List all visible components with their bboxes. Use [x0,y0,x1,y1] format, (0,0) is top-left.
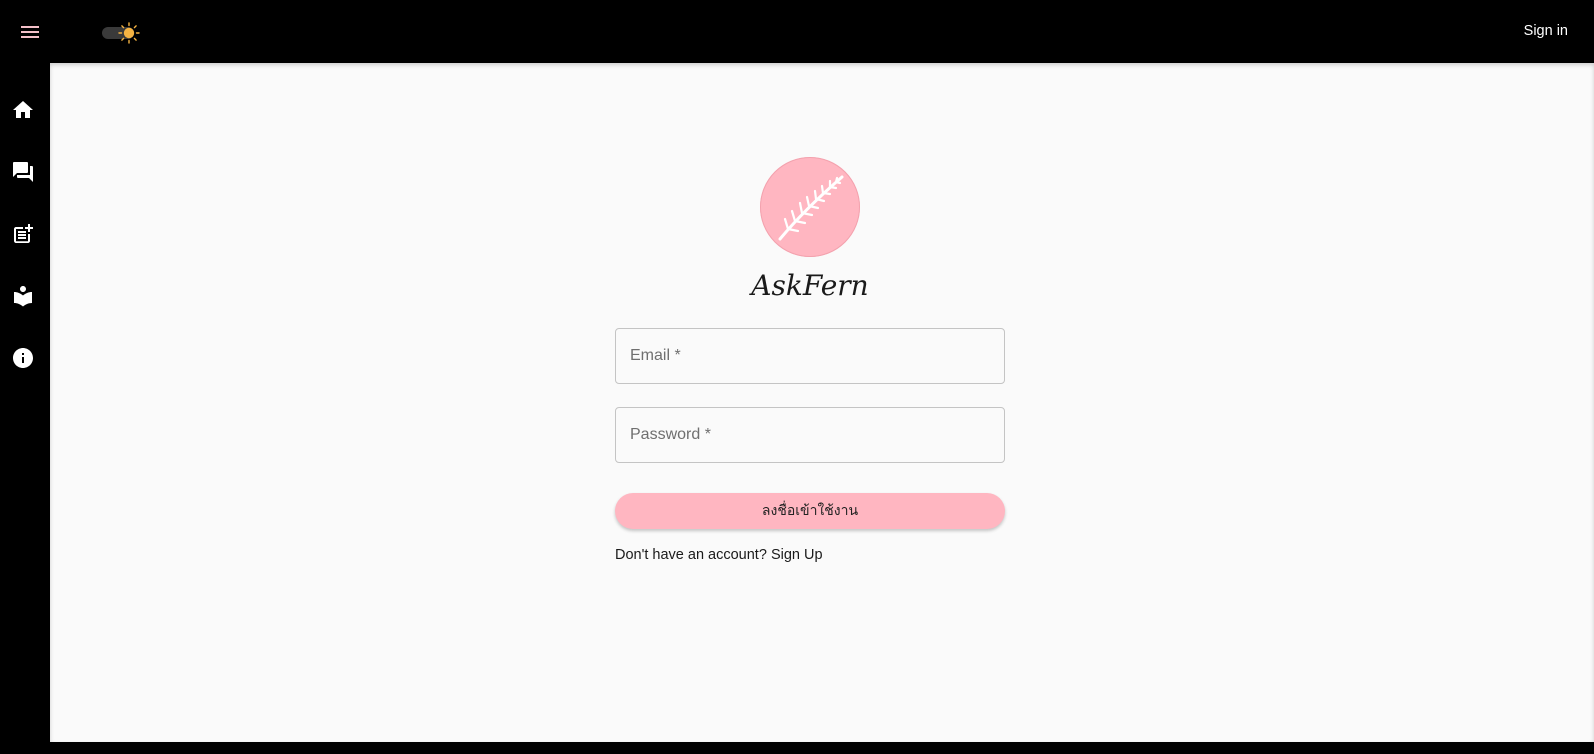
side-nav [0,63,50,754]
forum-icon[interactable] [11,160,35,184]
askfern-wordmark: AskFern [740,265,880,307]
signup-prompt-text: Don't have an account? [615,547,771,563]
brand-name: AskFern [748,269,868,302]
email-input[interactable] [616,329,1004,383]
password-field[interactable] [615,407,1005,463]
signup-prompt-row: Don't have an account? Sign Up [615,547,823,563]
main-content: AskFern ลงชื่อเข้าใช้งาน Don't have an a… [50,63,1594,742]
sign-in-link[interactable]: Sign in [1524,23,1568,39]
theme-toggle-switch[interactable] [100,22,144,44]
learn-icon[interactable] [11,284,35,308]
sign-up-link[interactable]: Sign Up [771,547,823,563]
sun-icon [118,22,140,44]
email-field[interactable] [615,328,1005,384]
hamburger-menu-icon[interactable] [18,20,42,44]
top-app-bar: Sign in [0,0,1594,63]
sign-in-submit-button[interactable]: ลงชื่อเข้าใช้งาน [615,493,1005,529]
fern-logo-icon [760,157,860,257]
info-icon[interactable] [11,346,35,370]
home-icon[interactable] [11,98,35,122]
bottom-edge [50,742,1594,754]
password-input[interactable] [616,408,1004,462]
post-add-icon[interactable] [11,222,35,246]
